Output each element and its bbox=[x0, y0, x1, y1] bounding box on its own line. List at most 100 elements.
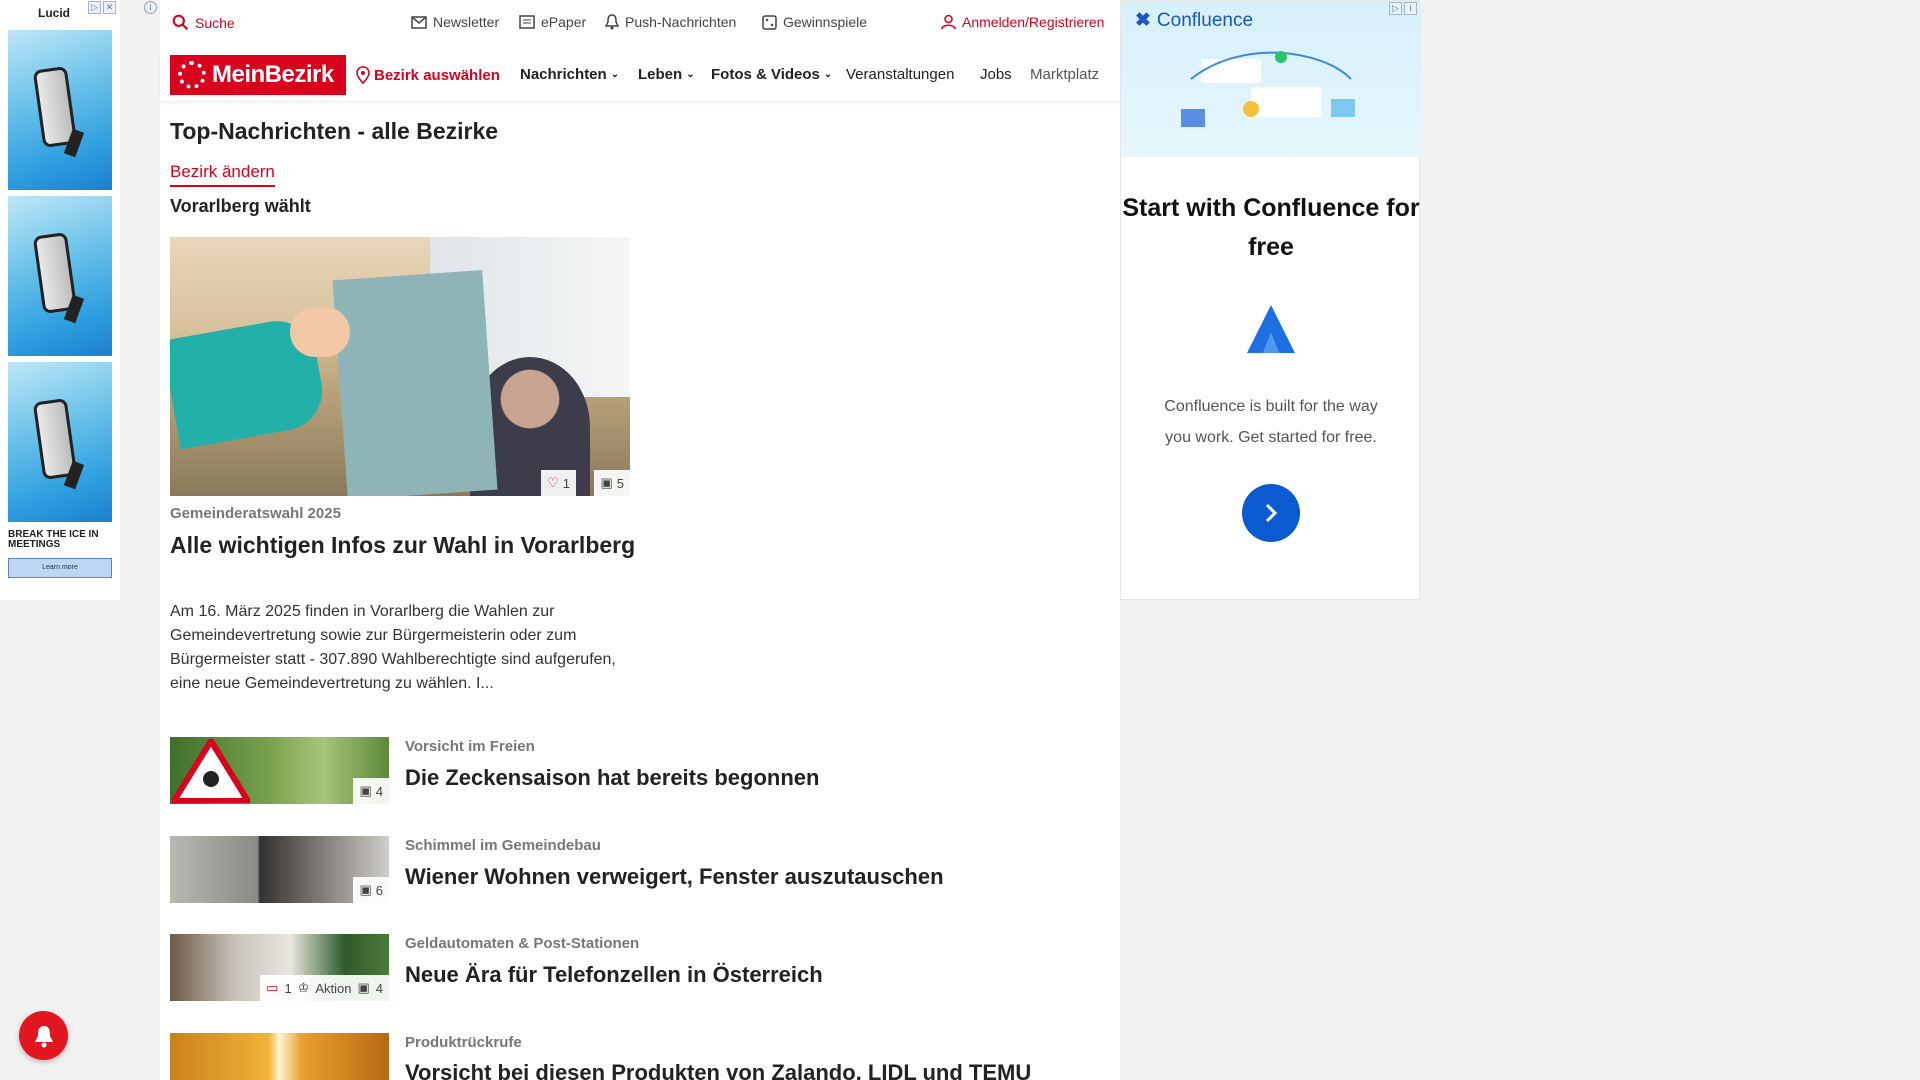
mail-icon bbox=[411, 15, 427, 29]
dice-icon bbox=[762, 14, 777, 30]
nav-marketplace[interactable]: Marktplatz bbox=[1030, 66, 1099, 83]
games-label: Gewinnspiele bbox=[783, 14, 868, 30]
bell-icon bbox=[605, 14, 619, 30]
article-thumbnail[interactable]: ▣ 4 bbox=[170, 737, 389, 804]
chevron-down-icon: ⌄ bbox=[610, 69, 620, 80]
images-count: 5 bbox=[616, 475, 624, 491]
lead-headline[interactable]: Alle wichtigen Infos zur Wahl in Vorarlb… bbox=[170, 530, 640, 560]
logo-flower-icon bbox=[178, 61, 206, 89]
notification-bell-button[interactable] bbox=[19, 1011, 68, 1060]
article-headline[interactable]: Neue Ära für Telefonzellen in Österreich bbox=[405, 962, 823, 988]
main-navigation: MeinBezirk Bezirk auswählen Nachrichten … bbox=[160, 46, 1120, 102]
gallery-icon: ▣ bbox=[600, 475, 613, 490]
lead-article-image[interactable]: ♡ 1 ▣ 5 bbox=[170, 237, 630, 496]
ad-next-button[interactable] bbox=[1242, 484, 1300, 542]
article-thumbnail[interactable]: ▭ 1 ♔ Aktion ▣ 4 bbox=[170, 934, 389, 1001]
site-logo[interactable]: MeinBezirk bbox=[170, 55, 346, 95]
confluence-logo-icon: ✖ bbox=[1135, 10, 1151, 31]
images-count: 4 bbox=[375, 783, 383, 799]
newsletter-label: Newsletter bbox=[433, 14, 500, 30]
login-label: Anmelden/Registrieren bbox=[962, 14, 1105, 30]
nav-marketplace-label: Marktplatz bbox=[1030, 66, 1100, 83]
ad-body-text: Confluence is built for the way you work… bbox=[1164, 398, 1378, 446]
article-thumbnail[interactable]: ▣ 6 bbox=[170, 836, 389, 903]
trophy-icon: ♔ bbox=[297, 980, 310, 995]
ad-choices[interactable]: ▷ ✕ bbox=[88, 1, 116, 14]
atlassian-logo-icon bbox=[1247, 305, 1295, 353]
section-title: Vorarlberg wählt bbox=[170, 196, 311, 216]
ad-choices[interactable]: ▷ i bbox=[1389, 2, 1417, 15]
article-badges: ▭ 1 ♔ Aktion ▣ 4 bbox=[260, 975, 389, 1001]
nav-jobs[interactable]: Jobs bbox=[980, 66, 1012, 83]
article-kicker: Schimmel im Gemeindebau bbox=[405, 837, 601, 854]
likes-count: 1 bbox=[562, 475, 570, 491]
ad-illustration bbox=[1181, 51, 1355, 127]
images-count: 4 bbox=[375, 980, 383, 996]
nav-photos-videos[interactable]: Fotos & Videos ⌄ bbox=[711, 66, 832, 83]
chevron-down-icon: ⌄ bbox=[823, 69, 833, 80]
page: Lucid ▷ ✕ BREAK THE ICE IN MEETINGS Lear… bbox=[0, 0, 1920, 1080]
ad-choices-icon[interactable]: ▷ bbox=[88, 1, 101, 14]
epaper-link[interactable]: ePaper bbox=[519, 14, 586, 30]
heart-icon: ♡ bbox=[547, 475, 559, 490]
nav-news-label: Nachrichten bbox=[520, 66, 607, 83]
push-link[interactable]: Push-Nachrichten bbox=[605, 14, 736, 30]
search-icon bbox=[172, 14, 189, 31]
article-thumbnail[interactable] bbox=[170, 1033, 389, 1080]
login-link[interactable]: Anmelden/Registrieren bbox=[941, 14, 1104, 30]
images-badge: ▣ 6 bbox=[353, 877, 389, 903]
images-badge: ▣ 5 bbox=[594, 470, 630, 496]
likes-badge: ♡ 1 bbox=[541, 470, 576, 496]
warning-sign-icon bbox=[172, 739, 250, 803]
gallery-icon: ▣ bbox=[357, 980, 370, 995]
lead-kicker: Gemeinderatswahl 2025 bbox=[170, 505, 341, 522]
article-kicker: Geldautomaten & Post-Stationen bbox=[405, 935, 640, 952]
ad-close-icon[interactable]: ✕ bbox=[103, 1, 116, 14]
newspaper-icon bbox=[519, 15, 535, 29]
comment-icon: ▭ bbox=[266, 980, 279, 995]
newsletter-link[interactable]: Newsletter bbox=[411, 14, 499, 30]
logo-text: MeinBezirk bbox=[212, 61, 334, 88]
push-label: Push-Nachrichten bbox=[625, 14, 737, 30]
change-district-link[interactable]: Bezirk ändern bbox=[170, 162, 275, 187]
gallery-icon: ▣ bbox=[359, 882, 372, 897]
games-link[interactable]: Gewinnspiele bbox=[762, 14, 867, 30]
article-kicker: Produktrückrufe bbox=[405, 1034, 522, 1051]
right-ad-banner[interactable]: ✖ Confluence ▷ i Start with Confluence f… bbox=[1120, 0, 1421, 600]
location-pin-icon bbox=[356, 66, 370, 84]
article-headline[interactable]: Vorsicht bei diesen Produkten von Zaland… bbox=[405, 1060, 1031, 1080]
nav-life[interactable]: Leben ⌄ bbox=[638, 66, 695, 83]
nav-photos-label: Fotos & Videos bbox=[711, 66, 820, 83]
nav-events[interactable]: Veranstaltungen bbox=[846, 66, 954, 83]
confluence-brand: ✖ Confluence bbox=[1135, 9, 1253, 32]
epaper-label: ePaper bbox=[541, 14, 587, 30]
search-link[interactable]: Suche bbox=[172, 14, 235, 31]
district-select-label: Bezirk auswählen bbox=[374, 66, 500, 84]
nav-jobs-label: Jobs bbox=[980, 66, 1012, 83]
nav-events-label: Veranstaltungen bbox=[846, 66, 955, 83]
ad-learn-more-button[interactable]: Learn more bbox=[8, 558, 112, 578]
chevron-right-icon bbox=[1265, 503, 1278, 523]
confluence-brand-label: Confluence bbox=[1156, 9, 1254, 31]
ad-info-icon[interactable]: i bbox=[1404, 2, 1417, 15]
article-headline[interactable]: Wiener Wohnen verweigert, Fenster auszut… bbox=[405, 864, 944, 890]
ad-image-tile bbox=[8, 362, 112, 522]
ad-brand-lucid: Lucid bbox=[38, 6, 70, 20]
left-ad-banner[interactable]: Lucid ▷ ✕ BREAK THE ICE IN MEETINGS Lear… bbox=[0, 0, 120, 600]
article-kicker: Vorsicht im Freien bbox=[405, 738, 535, 755]
ad-choices-icon[interactable]: ▷ bbox=[1389, 2, 1402, 15]
article-headline[interactable]: Die Zeckensaison hat bereits begonnen bbox=[405, 765, 819, 791]
nav-life-label: Leben bbox=[638, 66, 683, 83]
ad-title: Start with Confluence for free bbox=[1122, 194, 1420, 261]
ad-info-icon[interactable]: i bbox=[144, 1, 157, 14]
nav-news[interactable]: Nachrichten ⌄ bbox=[520, 66, 619, 83]
action-label: Aktion bbox=[315, 980, 352, 996]
main-column: Suche Newsletter ePaper Push-Nachrichten… bbox=[160, 0, 1120, 1080]
images-count: 6 bbox=[375, 882, 383, 898]
search-label: Suche bbox=[195, 14, 235, 31]
images-badge: ▣ 4 bbox=[353, 778, 389, 804]
chevron-down-icon: ⌄ bbox=[686, 69, 695, 80]
district-select[interactable]: Bezirk auswählen bbox=[356, 66, 500, 84]
utility-bar: Suche Newsletter ePaper Push-Nachrichten… bbox=[160, 0, 1120, 46]
comments-count: 1 bbox=[284, 980, 292, 996]
